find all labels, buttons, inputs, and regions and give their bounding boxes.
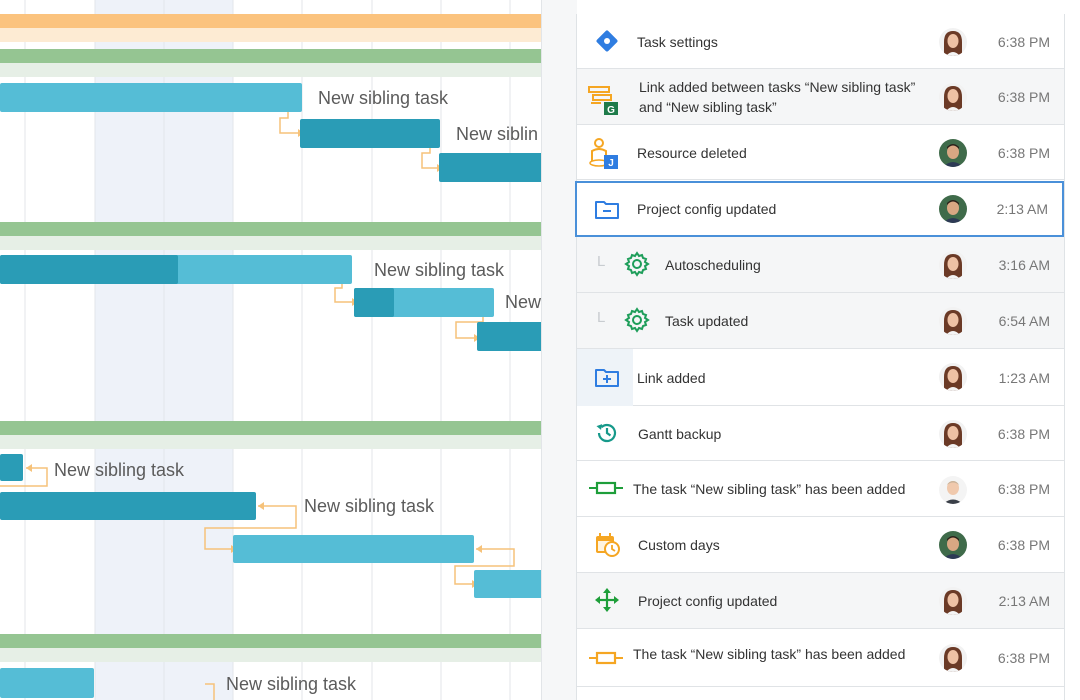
- history-item[interactable]: Project config updated 2:13 AM: [577, 573, 1064, 629]
- task-label: New sibling task: [318, 88, 449, 108]
- task-bar-orange-icon: [589, 644, 623, 672]
- task-bar[interactable]: [0, 454, 23, 481]
- history-item[interactable]: The task “New sibling task” has been add…: [577, 629, 1064, 687]
- gear-icon: [623, 306, 651, 334]
- history-item-title: Gantt backup: [638, 425, 722, 442]
- calendar-clock-icon: [593, 530, 621, 558]
- group-summary-band: [0, 236, 541, 250]
- task-label: New: [505, 292, 541, 312]
- gantt-canvas: New sibling task New siblin New sibling …: [0, 0, 541, 700]
- history-item-title: Link added between tasks “New sibling ta…: [639, 79, 916, 115]
- history-item[interactable]: L Task updated 6:54 AM: [577, 293, 1064, 349]
- child-indent-marker: L: [597, 253, 606, 270]
- task-bar[interactable]: [0, 83, 302, 112]
- history-icon: [593, 419, 621, 447]
- history-item-title: Task updated: [665, 313, 749, 329]
- folder-minus-icon: [593, 195, 621, 223]
- avatar: [939, 420, 967, 448]
- history-item-time: 6:54 AM: [998, 313, 1050, 329]
- history-item[interactable]: Gantt backup 6:38 PM: [577, 406, 1064, 461]
- panel-divider: [541, 0, 577, 700]
- folder-plus-icon: [593, 363, 621, 391]
- task-label: New sibling task: [54, 460, 185, 480]
- history-item-time: 1:23 AM: [998, 369, 1050, 386]
- task-bar[interactable]: [300, 119, 440, 148]
- avatar: [939, 644, 967, 672]
- history-panel[interactable]: Task settings 6:38 PM G Link added betwe…: [575, 14, 1065, 700]
- group-summary-band: [0, 63, 541, 77]
- task-bar[interactable]: [439, 153, 541, 182]
- gantt-chart[interactable]: New sibling task New siblin New sibling …: [0, 0, 541, 700]
- history-item-title: The task “New sibling task” has been add…: [633, 646, 906, 662]
- gear-icon: [623, 250, 651, 278]
- task-label: New sibling task: [374, 260, 505, 280]
- history-item-time: 6:38 PM: [997, 144, 1050, 161]
- history-item[interactable]: G Link added between tasks “New sibling …: [577, 69, 1064, 125]
- avatar: [939, 307, 967, 335]
- history-item-title: Project config updated: [638, 593, 778, 609]
- project-summary-bar[interactable]: [0, 14, 541, 28]
- task-label: New sibling task: [226, 674, 357, 694]
- svg-text:G: G: [607, 105, 615, 115]
- task-bar-progress: [0, 255, 178, 284]
- history-item-title: The task “New sibling task” has been add…: [633, 481, 906, 497]
- avatar: [939, 83, 967, 111]
- history-item-title: Resource deleted: [637, 144, 747, 161]
- svg-text:J: J: [608, 158, 614, 169]
- task-label: New siblin: [456, 124, 538, 144]
- dependency-links: [0, 110, 515, 700]
- history-item-time: 6:38 PM: [997, 650, 1050, 666]
- task-bar-progress: [354, 288, 394, 317]
- task-bar[interactable]: [233, 535, 474, 563]
- group-summary-bar[interactable]: [0, 634, 541, 648]
- history-item-title: Autoscheduling: [665, 257, 761, 273]
- group-summary-bar[interactable]: [0, 49, 541, 63]
- history-item[interactable]: Link added 1:23 AM: [577, 349, 1064, 406]
- history-item-title: Project config updated: [637, 201, 777, 217]
- group-summary-band: [0, 435, 541, 449]
- avatar: [939, 251, 967, 279]
- diamond-icon: [593, 27, 621, 55]
- history-item-time: 6:38 PM: [997, 89, 1050, 105]
- history-item-selected[interactable]: Project config updated 2:13 AM: [575, 181, 1064, 237]
- task-bar[interactable]: [0, 668, 94, 698]
- avatar: [939, 531, 967, 559]
- history-item-time: 2:13 AM: [998, 593, 1050, 609]
- task-bar[interactable]: [0, 492, 256, 520]
- avatar: [939, 195, 967, 223]
- history-item-title: Link added: [637, 369, 706, 386]
- move-arrows-icon: [593, 586, 621, 614]
- avatar: [939, 139, 967, 167]
- resource-icon: J: [587, 137, 618, 169]
- history-item[interactable]: Custom days 6:38 PM: [577, 517, 1064, 573]
- group-summary-bar[interactable]: [0, 222, 541, 236]
- history-item[interactable]: J Resource deleted 6:38 PM: [577, 125, 1064, 180]
- child-indent-marker: L: [597, 309, 606, 326]
- avatar: [939, 363, 967, 391]
- history-item-time: 6:38 PM: [997, 481, 1050, 497]
- history-item[interactable]: Task settings 6:38 PM: [577, 14, 1064, 69]
- history-item-time: 6:38 PM: [997, 425, 1050, 442]
- group-summary-bar[interactable]: [0, 421, 541, 435]
- task-bar-green-icon: [589, 474, 623, 502]
- history-item-time: 6:38 PM: [997, 537, 1050, 553]
- history-item-title: Custom days: [638, 537, 720, 553]
- history-item-time: 6:38 PM: [997, 33, 1050, 50]
- history-item-time: 2:13 AM: [996, 201, 1048, 217]
- avatar: [939, 476, 967, 504]
- task-label: New sibling task: [304, 496, 435, 516]
- history-item-time: 3:16 AM: [998, 257, 1050, 273]
- project-summary-band: [0, 28, 541, 42]
- link-tasks-icon: G: [587, 83, 618, 115]
- task-bar[interactable]: [477, 322, 541, 351]
- history-item[interactable]: L Autoscheduling 3:16 AM: [577, 237, 1064, 293]
- history-item[interactable]: The task “New sibling task” has been add…: [577, 461, 1064, 517]
- group-summary-band: [0, 648, 541, 662]
- avatar: [939, 28, 967, 56]
- avatar: [939, 587, 967, 615]
- history-item-title: Task settings: [637, 33, 718, 50]
- task-bar[interactable]: [474, 570, 541, 598]
